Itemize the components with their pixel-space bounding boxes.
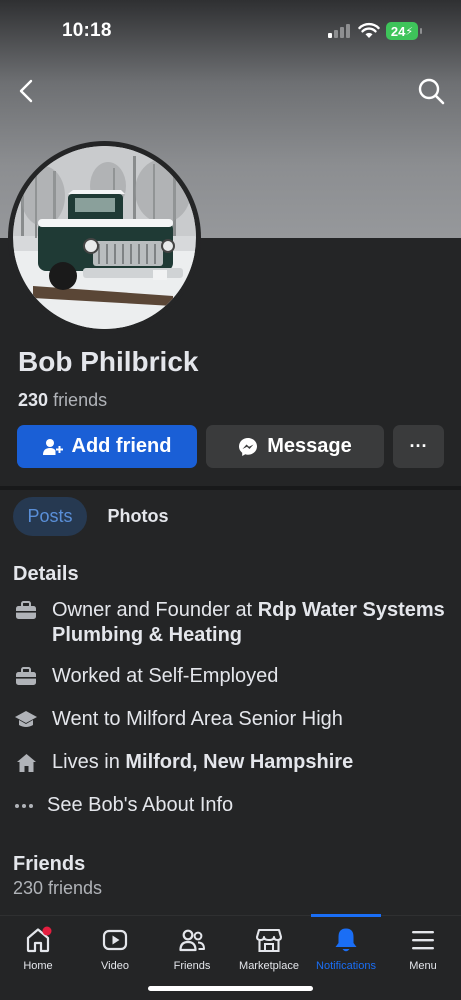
work1-prefix: Owner and Founder at bbox=[52, 599, 258, 621]
nav-notifications[interactable]: Notifications bbox=[308, 926, 384, 972]
video-icon bbox=[102, 929, 128, 951]
profile-friends-count[interactable]: 230 friends bbox=[18, 390, 107, 411]
friends-section-title: Friends bbox=[13, 853, 86, 875]
add-person-icon bbox=[42, 438, 63, 455]
work1-company[interactable]: Rdp Water Systems bbox=[258, 599, 445, 621]
more-options-button[interactable]: ··· bbox=[393, 425, 444, 468]
nav-video-label: Video bbox=[101, 960, 129, 972]
message-button[interactable]: Message bbox=[206, 425, 384, 468]
work2-text: Worked at Self-Employed bbox=[52, 665, 279, 687]
nav-menu-label: Menu bbox=[409, 960, 437, 972]
briefcase-icon bbox=[16, 667, 36, 685]
battery-level: 24 bbox=[390, 23, 406, 39]
friends-number: 230 bbox=[18, 390, 49, 410]
wifi-icon bbox=[358, 22, 380, 38]
profile-picture[interactable] bbox=[8, 141, 201, 334]
nav-notifications-label: Notifications bbox=[316, 960, 376, 972]
friends-word: friends bbox=[53, 390, 108, 410]
message-label: Message bbox=[267, 435, 352, 457]
tab-posts-label: Posts bbox=[27, 506, 73, 526]
more-dots-icon: ··· bbox=[409, 436, 428, 456]
see-about-info-link[interactable]: See Bob's About Info bbox=[13, 793, 233, 818]
add-friend-label: Add friend bbox=[71, 435, 172, 457]
about-info-label: See Bob's About Info bbox=[47, 794, 234, 816]
battery-indicator: 24 ⚡ bbox=[386, 22, 422, 40]
detail-work-past: Worked at Self-Employed bbox=[13, 664, 278, 689]
tab-posts[interactable]: Posts bbox=[13, 497, 87, 536]
tab-photos-label: Photos bbox=[107, 506, 169, 526]
nav-home-label: Home bbox=[23, 960, 53, 972]
truck-photo bbox=[13, 146, 196, 329]
menu-icon bbox=[412, 931, 434, 950]
active-tab-indicator bbox=[311, 914, 381, 917]
nav-marketplace-label: Marketplace bbox=[239, 960, 299, 972]
briefcase-icon bbox=[16, 601, 36, 619]
nav-menu[interactable]: Menu bbox=[385, 926, 461, 972]
home-location-icon bbox=[16, 753, 36, 772]
bell-icon bbox=[335, 928, 357, 952]
section-divider bbox=[0, 486, 461, 490]
ellipsis-icon bbox=[15, 803, 33, 808]
add-friend-button[interactable]: Add friend bbox=[17, 425, 197, 468]
nav-friends[interactable]: Friends bbox=[154, 926, 230, 972]
friends-section-count: 230 friends bbox=[13, 878, 103, 898]
messenger-icon bbox=[239, 437, 258, 456]
details-title: Details bbox=[13, 563, 79, 585]
lives-location[interactable]: Milford, New Hampshire bbox=[125, 751, 353, 773]
home-indicator[interactable] bbox=[148, 986, 313, 991]
tab-photos[interactable]: Photos bbox=[98, 497, 178, 536]
marketplace-icon bbox=[255, 928, 283, 953]
status-time: 10:18 bbox=[62, 20, 112, 41]
status-bar: 10:18 24 ⚡ bbox=[0, 0, 461, 62]
friends-icon bbox=[179, 929, 205, 952]
detail-education: Went to Milford Area Senior High bbox=[13, 707, 343, 732]
profile-name: Bob Philbrick bbox=[18, 346, 199, 377]
work1-company-line2[interactable]: Plumbing & Heating bbox=[52, 624, 242, 646]
search-icon[interactable] bbox=[416, 76, 446, 106]
detail-lives: Lives in Milford, New Hampshire bbox=[13, 750, 353, 775]
detail-work-current: Owner and Founder at Rdp Water Systems P… bbox=[13, 598, 445, 648]
home-icon bbox=[26, 926, 52, 953]
back-icon[interactable] bbox=[12, 76, 40, 106]
signal-icon bbox=[328, 24, 352, 38]
nav-video[interactable]: Video bbox=[77, 926, 153, 972]
nav-friends-label: Friends bbox=[173, 960, 211, 972]
education-text: Went to Milford Area Senior High bbox=[52, 708, 343, 730]
nav-home[interactable]: Home bbox=[0, 926, 76, 972]
nav-marketplace[interactable]: Marketplace bbox=[231, 926, 307, 972]
lives-prefix: Lives in bbox=[52, 751, 126, 773]
graduation-cap-icon bbox=[15, 711, 37, 727]
